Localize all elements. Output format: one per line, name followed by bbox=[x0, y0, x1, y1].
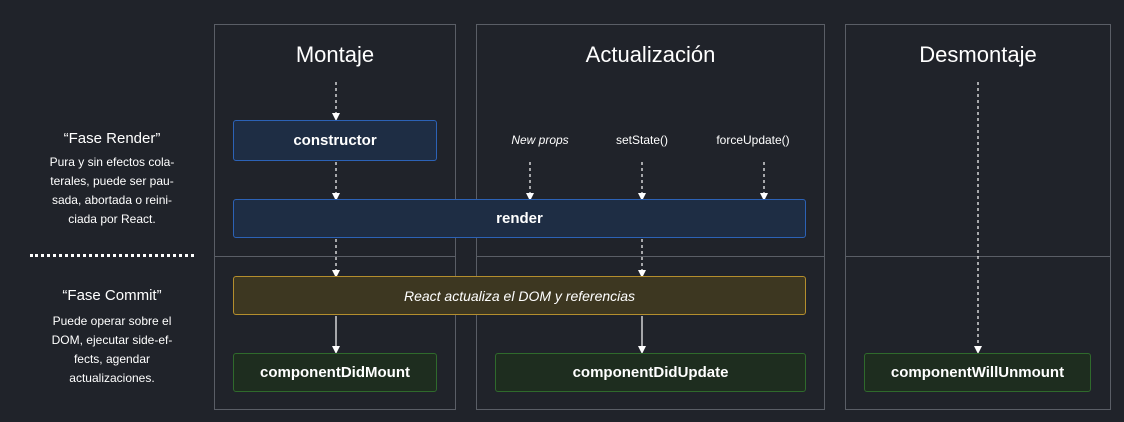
dom-update-box: React actualiza el DOM y referencias bbox=[233, 276, 806, 315]
component-will-unmount-box: componentWillUnmount bbox=[864, 353, 1091, 392]
component-did-mount-box: componentDidMount bbox=[233, 353, 437, 392]
constructor-box: constructor bbox=[233, 120, 437, 161]
component-did-update-box: componentDidUpdate bbox=[495, 353, 806, 392]
render-box: render bbox=[233, 199, 806, 238]
